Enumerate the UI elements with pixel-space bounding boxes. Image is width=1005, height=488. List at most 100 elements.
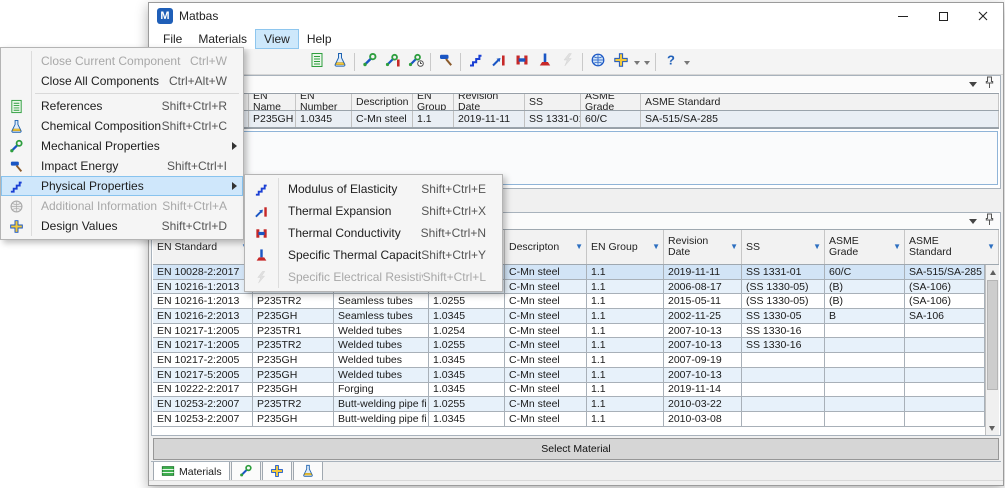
menu-item-mechanical-properties[interactable]: Mechanical Properties bbox=[1, 136, 243, 156]
select-material-button[interactable]: Select Material bbox=[153, 438, 999, 460]
menubar-item-materials[interactable]: Materials bbox=[190, 29, 255, 49]
mechanical-icon bbox=[239, 464, 253, 481]
panel-menu-chevron-icon[interactable] bbox=[969, 219, 977, 224]
references-button[interactable] bbox=[305, 51, 328, 73]
toolbar-dropdown-chevron-icon[interactable] bbox=[682, 51, 692, 73]
menu-item-thermal-expansion[interactable]: Thermal ExpansionShift+Ctrl+X bbox=[245, 200, 502, 222]
menu-item-additional-information: Additional InformationShift+Ctrl+A bbox=[1, 196, 243, 216]
titlebar: M Matbas bbox=[149, 3, 1003, 29]
specific-electrical-resistivity-icon bbox=[560, 52, 576, 71]
table-row[interactable]: EN 10216-2:2013P235GHSeamless tubes1.034… bbox=[153, 309, 985, 324]
cell: 60/C bbox=[581, 111, 641, 127]
menu-item-label: Mechanical Properties bbox=[31, 139, 243, 153]
column-header-asme-grade[interactable]: ASME Grade bbox=[581, 94, 641, 110]
menu-item-chemical-composition[interactable]: Chemical CompositionShift+Ctrl+C bbox=[1, 116, 243, 136]
close-button[interactable] bbox=[963, 3, 1003, 29]
pin-icon[interactable] bbox=[985, 76, 994, 92]
cell: Seamless tubes bbox=[334, 309, 429, 323]
cell bbox=[825, 412, 905, 426]
column-header-description[interactable]: Description bbox=[352, 94, 413, 110]
menu-item-design-values[interactable]: Design ValuesShift+Ctrl+D bbox=[1, 216, 243, 236]
toolbar-dropdown-chevron-icon[interactable] bbox=[642, 51, 652, 73]
cell: 1.1 bbox=[413, 111, 454, 127]
filter-dropdown-icon[interactable]: ▼ bbox=[893, 243, 901, 251]
mechanical-properties-temperature-button[interactable] bbox=[381, 51, 404, 73]
mechanical-properties-button[interactable] bbox=[358, 51, 381, 73]
toolbar-dropdown-chevron-icon[interactable] bbox=[632, 51, 642, 73]
column-header-en-group[interactable]: EN Group▼ bbox=[587, 230, 664, 264]
column-header-revision-date[interactable]: Revision Date▼ bbox=[664, 230, 742, 264]
menu-item-label: Modulus of Elasticity bbox=[278, 182, 421, 196]
menu-item-impact-energy[interactable]: Impact EnergyShift+Ctrl+I bbox=[1, 156, 243, 176]
column-header-asme-standard[interactable]: ASME Standard▼ bbox=[905, 230, 999, 264]
column-header-en-number[interactable]: EN Number bbox=[296, 94, 352, 110]
menu-item-label: Specific Thermal Capacity bbox=[278, 248, 421, 262]
cell: 1.0345 bbox=[429, 309, 505, 323]
cell bbox=[825, 353, 905, 367]
column-header-en-name[interactable]: EN Name bbox=[249, 94, 296, 110]
menubar: FileMaterialsViewHelp bbox=[149, 29, 1003, 49]
cell: 1.0345 bbox=[429, 353, 505, 367]
menu-item-specific-thermal-capacity[interactable]: Specific Thermal CapacityShift+Ctrl+Y bbox=[245, 244, 502, 266]
scroll-down-icon[interactable] bbox=[989, 426, 995, 431]
menu-item-references[interactable]: ReferencesShift+Ctrl+R bbox=[1, 96, 243, 116]
panel-menu-chevron-icon[interactable] bbox=[969, 82, 977, 87]
help-button[interactable]: ? bbox=[659, 51, 682, 73]
pin-icon[interactable] bbox=[985, 213, 994, 229]
table-row[interactable]: EN 10217-2:2005P235GHWelded tubes1.0345C… bbox=[153, 353, 985, 368]
column-header-asme-standard[interactable]: ASME Standard bbox=[641, 94, 999, 110]
specific-electrical-resistivity-button bbox=[556, 51, 579, 73]
column-header-label: EN Standard bbox=[157, 242, 217, 253]
menu-item-thermal-conductivity[interactable]: Thermal ConductivityShift+Ctrl+N bbox=[245, 222, 502, 244]
filter-dropdown-icon[interactable]: ▼ bbox=[813, 243, 821, 251]
column-header-asme-grade[interactable]: ASME Grade▼ bbox=[825, 230, 905, 264]
thermal-expansion-button[interactable] bbox=[487, 51, 510, 73]
column-header-en-group[interactable]: EN Group bbox=[413, 94, 454, 110]
table-row[interactable]: EN 10217-5:2005P235GHWelded tubes1.0345C… bbox=[153, 368, 985, 383]
column-header-ss[interactable]: SS bbox=[525, 94, 581, 110]
table-row[interactable]: EN 10217-1:2005P235TR1Welded tubes1.0254… bbox=[153, 324, 985, 339]
menu-item-label: Close Current Component bbox=[31, 54, 190, 68]
column-header-descripton[interactable]: Descripton▼ bbox=[505, 230, 587, 264]
filter-dropdown-icon[interactable]: ▼ bbox=[575, 243, 583, 251]
filter-dropdown-icon[interactable]: ▼ bbox=[987, 243, 995, 251]
menu-item-close-all-components[interactable]: Close All ComponentsCtrl+Alt+W bbox=[1, 71, 243, 91]
menu-item-shortcut: Shift+Ctrl+X bbox=[421, 204, 502, 218]
menu-item-modulus-of-elasticity[interactable]: Modulus of ElasticityShift+Ctrl+E bbox=[245, 178, 502, 200]
table-row[interactable]: EN 10217-1:2005P235TR2Welded tubes1.0255… bbox=[153, 338, 985, 353]
filter-dropdown-icon[interactable]: ▼ bbox=[730, 243, 738, 251]
grid-header-row: EN NameEN NumberDescriptionEN GroupRevis… bbox=[153, 94, 999, 111]
table-row[interactable]: P235GH1.0345C-Mn steel1.12019-11-11SS 13… bbox=[153, 111, 999, 128]
menubar-item-view[interactable]: View bbox=[255, 29, 299, 49]
menubar-item-file[interactable]: File bbox=[155, 29, 190, 49]
chemical-composition-button[interactable] bbox=[328, 51, 351, 73]
cell: EN 10217-2:2005 bbox=[153, 353, 253, 367]
minimize-button[interactable] bbox=[883, 3, 923, 29]
table-row[interactable]: EN 10216-1:2013P235TR2Seamless tubes1.02… bbox=[153, 294, 985, 309]
menu-item-physical-properties[interactable]: Physical Properties bbox=[1, 176, 243, 196]
cell: C-Mn steel bbox=[505, 265, 587, 279]
column-header-ss[interactable]: SS▼ bbox=[742, 230, 825, 264]
additional-information-button[interactable] bbox=[586, 51, 609, 73]
design-values-button[interactable] bbox=[609, 51, 632, 73]
physical-properties-submenu: Modulus of ElasticityShift+Ctrl+EThermal… bbox=[244, 174, 503, 292]
scroll-up-button[interactable] bbox=[986, 265, 999, 279]
modulus-of-elasticity-button[interactable] bbox=[464, 51, 487, 73]
scrollbar-thumb[interactable] bbox=[987, 280, 998, 390]
column-header-revision-date[interactable]: Revision Date bbox=[454, 94, 525, 110]
thermal-conductivity-button[interactable] bbox=[510, 51, 533, 73]
table-row[interactable]: EN 10222-2:2017P235GHForging1.0345C-Mn s… bbox=[153, 383, 985, 398]
table-row[interactable]: EN 10253-2:2007P235TR2Butt-welding pipe … bbox=[153, 397, 985, 412]
vertical-scrollbar[interactable] bbox=[985, 265, 999, 435]
mechanical-properties-time-button[interactable] bbox=[404, 51, 427, 73]
menubar-item-help[interactable]: Help bbox=[299, 29, 340, 49]
specific-thermal-capacity-button[interactable] bbox=[533, 51, 556, 73]
cell: 1.1 bbox=[587, 397, 664, 411]
maximize-button[interactable] bbox=[923, 3, 963, 29]
cell bbox=[742, 368, 825, 382]
table-row[interactable]: EN 10253-2:2007P235GHButt-welding pipe f… bbox=[153, 412, 985, 427]
filter-dropdown-icon[interactable]: ▼ bbox=[652, 243, 660, 251]
cell: P235GH bbox=[253, 412, 334, 426]
impact-energy-button[interactable] bbox=[434, 51, 457, 73]
cell: C-Mn steel bbox=[352, 111, 413, 127]
